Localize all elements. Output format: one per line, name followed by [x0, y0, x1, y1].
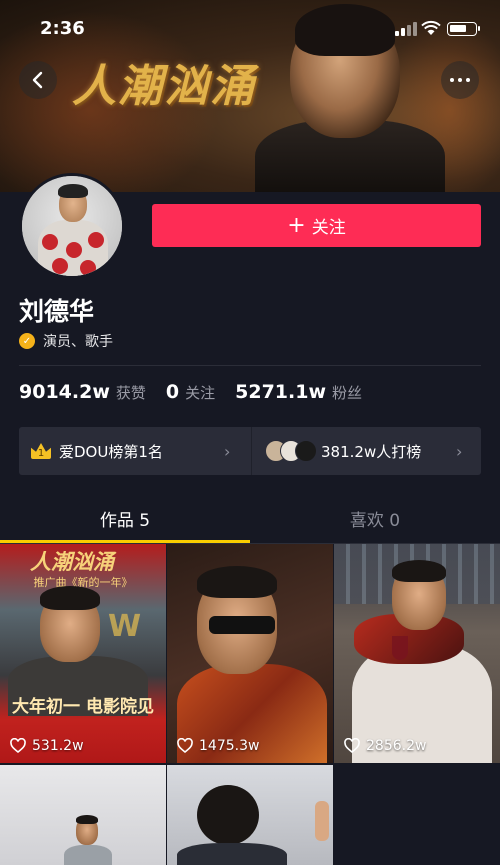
more-dots-icon: [450, 78, 454, 82]
ranking-position[interactable]: 1 爱DOU榜第1名: [31, 427, 163, 475]
heart-icon: [10, 738, 26, 754]
more-dot: [466, 78, 470, 82]
video-tile[interactable]: [0, 765, 166, 865]
back-arrow-icon: [32, 71, 43, 89]
ranking-supporters-text[interactable]: 381.2w人打榜: [321, 441, 421, 462]
ranking-position-text: 爱DOU榜第1名: [59, 442, 163, 461]
avatar[interactable]: [19, 173, 125, 279]
stat-value: 5271.1w: [235, 381, 327, 403]
follow-button[interactable]: + 关注: [152, 204, 481, 247]
poster-mark: W: [108, 609, 142, 644]
verified-text: 演员、歌手: [43, 334, 113, 350]
poster-title: 人潮汹涌: [30, 549, 114, 574]
status-time: 2:36: [40, 18, 85, 39]
banner-movie-title: 人潮汹涌: [72, 61, 256, 112]
signal-icon: [395, 22, 417, 36]
back-button[interactable]: [19, 61, 57, 99]
video-likes: 1475.3w: [177, 738, 259, 754]
status-bar: 2:36: [0, 0, 500, 44]
person-torso: [177, 843, 287, 865]
heart-icon: [177, 738, 193, 754]
person-sunglasses: [209, 616, 275, 634]
stat-followers[interactable]: 5271.1w 粉丝: [235, 381, 362, 403]
battery-icon: [447, 22, 480, 36]
verified-row: ✓ 演员、歌手: [19, 331, 113, 351]
video-likes-count: 1475.3w: [199, 738, 260, 754]
crown-icon: 1: [31, 443, 51, 459]
more-dot: [458, 78, 462, 82]
avatar-flower: [42, 234, 58, 250]
video-tile[interactable]: 人潮汹涌 推广曲《新的一年》 W 大年初一 电影院见 531.2w: [0, 544, 166, 763]
chevron-right-icon: ›: [224, 442, 231, 461]
video-likes: 2856.2w: [344, 738, 426, 754]
avatar-hair: [58, 184, 88, 198]
person-hair: [392, 560, 446, 582]
person-head-back: [197, 785, 259, 845]
person-hair: [76, 815, 98, 824]
video-likes-count: 2856.2w: [366, 738, 427, 754]
video-likes: 531.2w: [10, 738, 84, 754]
person-torso: [64, 845, 112, 865]
verified-badge-icon: ✓: [19, 333, 35, 349]
stat-label: 粉丝: [332, 384, 363, 402]
more-button[interactable]: [441, 61, 479, 99]
stat-label: 关注: [185, 384, 216, 402]
wifi-icon: [421, 20, 441, 35]
ranking-divider: [251, 427, 252, 475]
tab-likes[interactable]: 喜欢 0: [250, 497, 500, 540]
person-hair: [197, 566, 277, 598]
video-grid: 人潮汹涌 推广曲《新的一年》 W 大年初一 电影院见 531.2w 1475.3…: [0, 544, 500, 865]
stat-value: 0: [165, 381, 180, 403]
stat-value: 9014.2w: [19, 381, 110, 403]
poster-tagline: 大年初一 电影院见: [12, 697, 154, 717]
avatar-flower: [52, 258, 68, 274]
avatar-flower: [80, 260, 96, 276]
supporter-avatars[interactable]: [265, 440, 319, 462]
stat-following[interactable]: 0 关注: [166, 381, 215, 403]
video-tile[interactable]: 2856.2w: [334, 544, 500, 763]
heart-icon: [344, 738, 360, 754]
video-likes-count: 531.2w: [32, 738, 84, 754]
stat-likes[interactable]: 9014.2w 获赞: [19, 381, 146, 403]
person-hand: [315, 801, 329, 841]
video-tile[interactable]: 1475.3w: [167, 544, 333, 763]
person-hair: [40, 586, 100, 610]
tab-works[interactable]: 作品 5: [0, 497, 250, 540]
supporter-avatar: [295, 440, 317, 462]
video-tile[interactable]: [167, 765, 333, 865]
avatar-flower: [88, 232, 104, 248]
profile-tabs: 作品 5 喜欢 0: [0, 497, 500, 543]
plus-icon: +: [287, 212, 306, 238]
ranking-bar: 1 爱DOU榜第1名 › 381.2w人打榜 ›: [19, 427, 481, 475]
chevron-right-icon: ›: [456, 442, 463, 461]
wine-glass: [392, 636, 408, 660]
profile-stats: 9014.2w 获赞 0 关注 5271.1w 粉丝: [19, 381, 382, 403]
follow-button-label: 关注: [311, 218, 346, 238]
profile-name: 刘德华: [19, 297, 95, 326]
divider: [19, 365, 481, 366]
stat-label: 获赞: [115, 384, 146, 402]
avatar-flower: [66, 242, 82, 258]
